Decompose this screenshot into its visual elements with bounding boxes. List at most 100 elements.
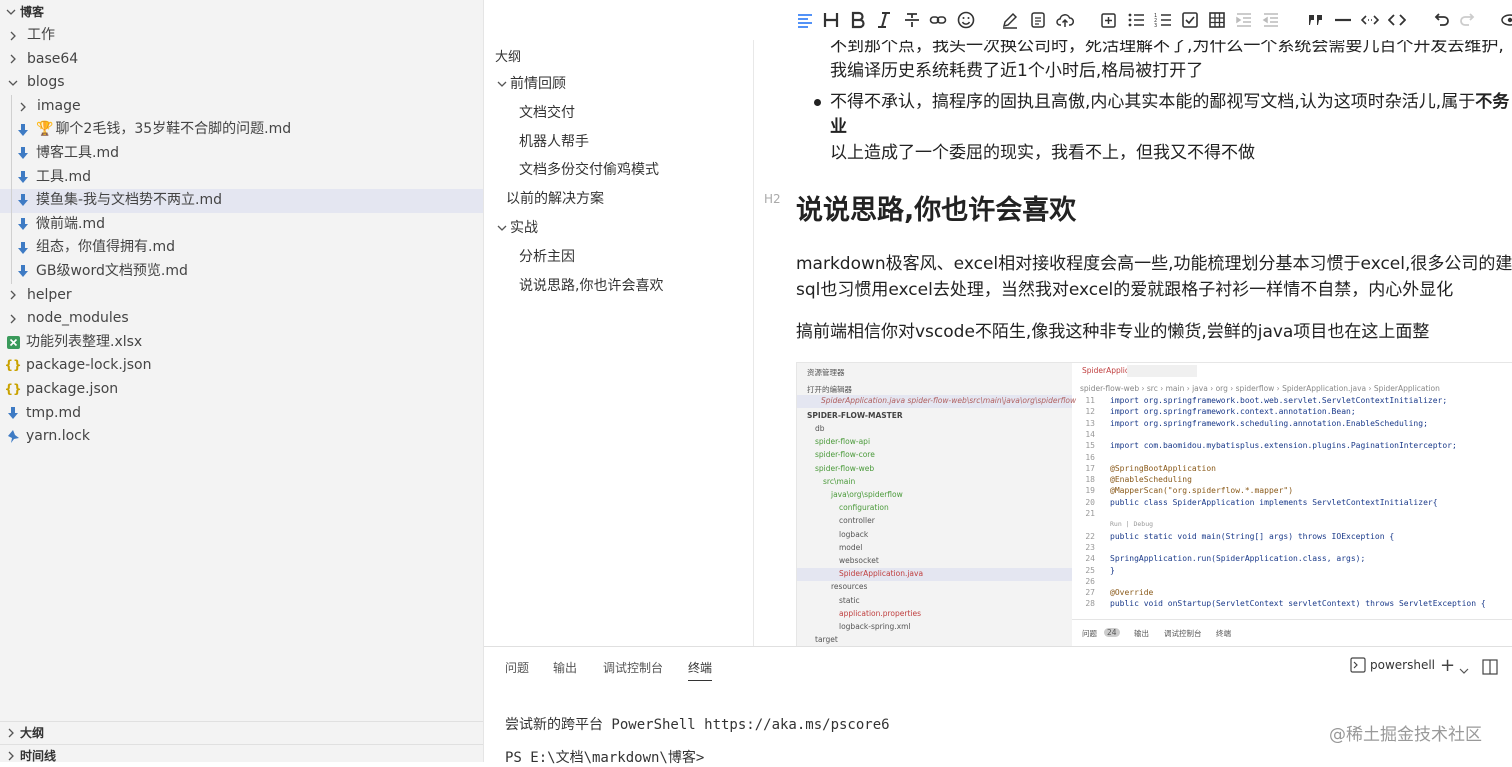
outline-item[interactable]: 说说思路,你也许会喜欢 — [484, 272, 753, 301]
markdown-icon — [16, 265, 30, 279]
file-tree: 工作 base64 blogs image 🏆 聊个2毛钱，35岁鞋不合脚的问题.md 博客… — [0, 24, 483, 449]
shot-line-number: 27 — [1085, 588, 1095, 598]
code-block-icon[interactable] — [1387, 10, 1407, 30]
shot-line-number: 18 — [1085, 475, 1095, 485]
shot-tree-item: websocket — [839, 556, 879, 565]
align-icon[interactable] — [795, 10, 815, 30]
shot-tree-item: src\main — [823, 476, 856, 486]
tree-folder[interactable]: helper — [0, 284, 483, 308]
chevron-down-icon — [4, 7, 18, 17]
panel-tab[interactable]: 问题 — [505, 659, 529, 676]
markdown-icon — [16, 123, 30, 137]
numbered-list-icon[interactable]: 123 — [1153, 10, 1173, 30]
tree-file[interactable]: 功能列表整理.xlsx — [0, 331, 483, 355]
tree-folder[interactable]: blogs — [0, 71, 483, 95]
tree-folder[interactable]: node_modules — [0, 307, 483, 331]
terminal-prompt[interactable]: PS E:\文档\markdown\博客> — [505, 747, 704, 767]
panel-tab[interactable]: 调试控制台 — [603, 659, 663, 676]
tree-file[interactable]: {} package-lock.json — [0, 354, 483, 378]
edit-icon[interactable] — [1000, 10, 1020, 30]
paragraph-line: 搞前端相信你对vscode不陌生,像我这种非专业的懒货,尝鲜的java项目也在这… — [796, 322, 1430, 342]
shot-bottom-tab: 调试控制台 — [1164, 629, 1202, 638]
outdent-icon[interactable] — [1261, 10, 1281, 30]
shot-line-number: 13 — [1085, 418, 1095, 428]
bullet-text: 不得不承认，搞程序的固执且高傲,内心其实本能的鄙视写文档,认为这项时杂活儿,属于 — [830, 92, 1476, 112]
shot-tree-item: spider-flow-core — [815, 450, 875, 460]
terminal-selector[interactable]: powershell — [1350, 657, 1435, 673]
bullet-list-icon[interactable] — [1126, 10, 1146, 30]
indent-guide — [11, 236, 12, 260]
hr-icon[interactable] — [1333, 10, 1353, 30]
shot-open-editors: 打开的编辑器 — [807, 385, 852, 394]
shot-code-line: import org.springframework.boot.web.serv… — [1110, 396, 1448, 405]
italic-icon[interactable] — [874, 10, 894, 30]
tree-file[interactable]: yarn.lock — [0, 425, 483, 449]
tree-file[interactable]: 微前端.md — [0, 212, 483, 237]
paragraph-line: 以上造成了一个委屈的现实，我看不上，但我又不得不做 — [830, 143, 1255, 163]
strikethrough-icon[interactable] — [902, 10, 922, 30]
tree-file[interactable]: 摸鱼集-我与文档势不两立.md — [0, 189, 483, 213]
chevron-down-icon — [6, 78, 20, 88]
panel-tab[interactable]: 终端 — [688, 659, 713, 681]
tree-item-label: 组态，你值得拥有.md — [36, 239, 175, 256]
heading-level-tag: H2 — [764, 192, 781, 206]
tree-file[interactable]: tmp.md — [0, 402, 483, 426]
split-terminal-icon[interactable] — [1482, 659, 1498, 679]
outline-item[interactable]: 分析主因 — [484, 243, 753, 272]
quote-icon[interactable] — [1306, 10, 1326, 30]
outline-item[interactable]: 实战 — [484, 214, 753, 243]
shot-bottom-tab: 终端 — [1216, 629, 1231, 638]
outline-item[interactable]: 以前的解决方案 — [484, 185, 753, 214]
shot-tree-item: target — [815, 635, 838, 645]
link-icon[interactable] — [928, 10, 948, 30]
export-icon[interactable] — [1028, 10, 1048, 30]
markdown-editor[interactable]: 不到那个点，我头一次换公司时，死活理解不了,为什么一个系统会需要几百个开发去维护… — [754, 40, 1512, 646]
shot-bottom-tab: 问题 — [1082, 629, 1097, 638]
workspace-header[interactable]: 博客 — [0, 0, 483, 24]
tree-file[interactable]: 博客工具.md — [0, 141, 483, 166]
tree-file[interactable]: GB级word文档预览.md — [0, 259, 483, 284]
shot-line-number: 25 — [1085, 565, 1095, 575]
shot-code-line: public void onStartup(ServletContext ser… — [1110, 599, 1486, 609]
panel-tab[interactable]: 输出 — [553, 659, 577, 676]
outline-section[interactable]: 大纲 — [0, 721, 483, 744]
outline-item[interactable]: 机器人帮手 — [484, 128, 753, 157]
emoji-icon[interactable] — [956, 10, 976, 30]
outline-item[interactable]: 文档多份交付偷鸡模式 — [484, 156, 753, 185]
table-icon[interactable] — [1207, 10, 1227, 30]
outline-item[interactable]: 前情回顾 — [484, 70, 753, 99]
tree-folder[interactable]: base64 — [0, 48, 483, 72]
timeline-section[interactable]: 时间线 — [0, 744, 483, 762]
shot-code-line: @SpringBootApplication — [1110, 463, 1216, 473]
redo-icon[interactable] — [1458, 10, 1478, 30]
tree-item-label: yarn.lock — [26, 428, 90, 445]
undo-icon[interactable] — [1431, 10, 1451, 30]
tree-file[interactable]: 🏆 聊个2毛钱，35岁鞋不合脚的问题.md — [0, 118, 483, 142]
inline-code-icon[interactable] — [1360, 10, 1380, 30]
shot-line-number: 21 — [1085, 509, 1095, 518]
tree-file[interactable]: 组态，你值得拥有.md — [0, 236, 483, 260]
task-list-icon[interactable] — [1180, 10, 1200, 30]
tree-folder[interactable]: image — [0, 94, 483, 119]
indent-icon[interactable] — [1234, 10, 1254, 30]
paragraph-line: 不到那个点，我头一次换公司时，死活理解不了,为什么一个系统会需要几百个开发去维护… — [830, 40, 1504, 56]
tree-item-label: GB级word文档预览.md — [36, 262, 188, 279]
shot-panel: 问题 24 输出 调试控制台 终端 — [1072, 619, 1512, 646]
preview-icon[interactable] — [1500, 10, 1512, 30]
tree-file[interactable]: 工具.md — [0, 165, 483, 190]
shot-tree-item: configuration — [839, 503, 889, 513]
tree-file[interactable]: {} package.json — [0, 378, 483, 402]
chevron-down-icon[interactable] — [1459, 661, 1469, 680]
timeline-section-label: 时间线 — [20, 749, 57, 762]
shot-tree-item: model — [839, 542, 863, 552]
add-terminal-icon[interactable]: + — [1440, 655, 1455, 676]
indent-guide — [11, 94, 12, 119]
bold-icon[interactable] — [848, 10, 868, 30]
bullet-bold-continued: 业 — [830, 117, 847, 137]
outline-item[interactable]: 文档交付 — [484, 99, 753, 128]
heading-icon[interactable] — [821, 10, 841, 30]
tree-folder[interactable]: 工作 — [0, 24, 483, 48]
upload-icon[interactable] — [1055, 10, 1075, 30]
insert-icon[interactable] — [1099, 10, 1119, 30]
paragraph-line: sql也习惯用excel去处理，当然我对excel的爱就跟格子衬衫一样情不自禁，… — [796, 280, 1454, 300]
